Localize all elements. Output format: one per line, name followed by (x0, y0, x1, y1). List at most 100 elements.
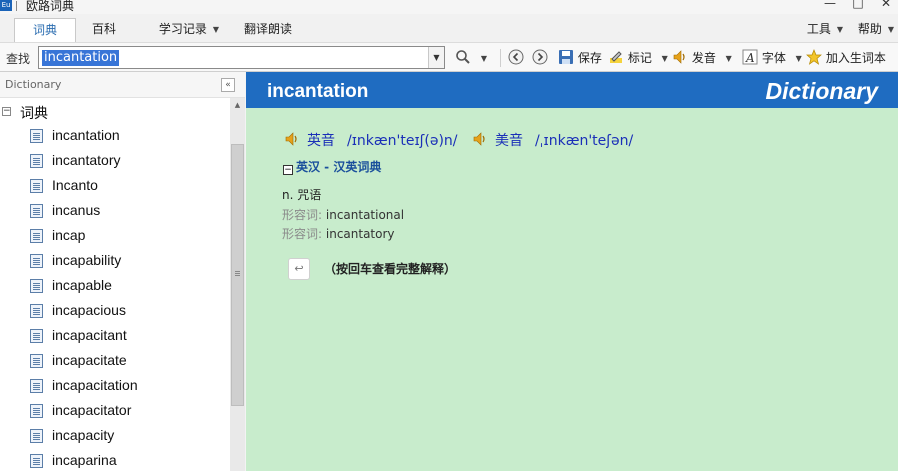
magnifier-icon (456, 50, 470, 64)
pronounce-label: 发音 (691, 51, 716, 65)
tab-study-record[interactable]: 学习记录 ▼ (150, 18, 228, 42)
list-item-label: incantatory (52, 152, 121, 168)
document-icon (30, 279, 43, 293)
list-item-label: incantation (52, 127, 120, 143)
dictionary-brand-title: Dictionary (765, 78, 878, 104)
document-icon (30, 404, 43, 418)
menu-label: 帮助 (857, 22, 882, 36)
toolbar-separator (500, 49, 501, 67)
chevron-down-icon: ▼ (836, 25, 844, 34)
pronounce-button[interactable]: 发音 ▼ (672, 48, 732, 68)
tab-label: 学习记录 (158, 22, 207, 36)
list-item-label: incapacitate (52, 352, 127, 368)
back-button[interactable] (508, 48, 524, 68)
list-item-label: Incanto (52, 177, 98, 193)
star-icon (806, 49, 822, 65)
list-item-label: incapacitant (52, 327, 127, 343)
list-item-label: incapable (52, 277, 112, 293)
us-phonetic: /ˌɪnkæn'teʃən/ (534, 133, 634, 149)
document-icon (30, 254, 43, 268)
list-item-label: incapability (52, 252, 122, 268)
section-title: 英汉 - 汉英词典 (296, 160, 382, 174)
document-icon (30, 429, 43, 443)
list-item-label: incapacitator (52, 402, 132, 418)
chevron-down-icon: ▼ (725, 54, 732, 63)
scroll-thumb[interactable] (231, 144, 244, 406)
title-separator (16, 1, 17, 11)
tab-label: 百科 (91, 22, 116, 36)
grip-icon (235, 271, 240, 272)
tree-toggle[interactable]: − (2, 107, 11, 116)
list-item-label: incanus (52, 202, 101, 218)
dictionary-section-header[interactable]: − 英汉 - 汉英词典 (283, 158, 381, 175)
font-button[interactable]: A 字体 ▼ (742, 48, 802, 68)
tab-label: 翻译朗读 (243, 22, 292, 36)
save-label: 保存 (577, 51, 602, 65)
document-icon (30, 229, 43, 243)
derivative-label: 形容词: (282, 227, 323, 241)
menu-bar: 词典 百科 学习记录 ▼ 翻译朗读 工具 ▼ 帮助 ▼ (0, 14, 898, 42)
entry-word-title: incantation (267, 81, 369, 102)
forward-button[interactable] (532, 48, 548, 68)
tab-dictionary[interactable]: 词典 (14, 18, 76, 42)
speaker-icon (673, 50, 685, 64)
app-logo-icon: Eu (0, 0, 12, 11)
definition-line: n. 咒语 (282, 186, 321, 203)
save-button[interactable]: 保存 (558, 48, 602, 68)
search-selection: incantation (42, 50, 120, 66)
svg-text:A: A (745, 51, 755, 65)
tree-root-label: 词典 (20, 106, 48, 122)
scroll-up-icon[interactable]: ▲ (230, 98, 245, 113)
menu-help[interactable]: 帮助 ▼ (854, 18, 898, 42)
derivative-label: 形容词: (282, 208, 323, 222)
font-icon: A (742, 49, 758, 65)
tab-encyclopedia[interactable]: 百科 (80, 18, 128, 42)
floppy-disk-icon (559, 50, 573, 64)
document-icon (30, 204, 43, 218)
sidebar-scrollbar[interactable]: ▲ (230, 98, 245, 471)
list-item-label: incaparina (52, 452, 117, 468)
search-history-dropdown[interactable]: ▼ (428, 47, 444, 68)
document-icon (30, 454, 43, 468)
menu-label: 工具 (806, 22, 831, 36)
enter-key-icon[interactable]: ↩ (288, 258, 310, 280)
document-icon (30, 179, 43, 193)
section-toggle[interactable]: − (283, 165, 293, 175)
list-item-label: incapacitation (52, 377, 138, 393)
chevron-down-icon: ▼ (887, 25, 895, 34)
sidebar-title: Dictionary (5, 78, 62, 91)
arrow-left-icon (508, 49, 524, 65)
minimize-button[interactable]: — (821, 0, 839, 10)
tab-translate-read[interactable]: 翻译朗读 (240, 18, 296, 42)
search-button[interactable]: ▼ (455, 48, 487, 68)
document-icon (30, 379, 43, 393)
menu-tools[interactable]: 工具 ▼ (802, 18, 848, 42)
search-box[interactable]: incantation ▼ (38, 46, 445, 69)
add-wordbook-button[interactable]: 加入生词本 (806, 48, 886, 68)
mark-button[interactable]: 标记 ▼ (608, 48, 668, 68)
chevron-down-icon: ▼ (661, 54, 668, 63)
uk-phonetic: /ɪnkæn'teɪʃ(ə)n/ (347, 133, 458, 149)
enter-hint-text: （按回车查看完整解释） (324, 262, 457, 276)
derivative-line: 形容词: incantational (282, 206, 404, 223)
uk-speaker-icon[interactable] (284, 131, 300, 147)
part-of-speech: n. (282, 188, 294, 202)
add-wordbook-label: 加入生词本 (825, 51, 886, 65)
mark-label: 标记 (627, 51, 652, 65)
sidebar: Dictionary « − 词典 incantation incantator… (0, 72, 245, 471)
us-speaker-icon[interactable] (472, 131, 488, 147)
maximize-button[interactable]: □ (849, 0, 867, 10)
collapse-sidebar-button[interactable]: « (221, 78, 235, 92)
document-icon (30, 304, 43, 318)
derivative-value: incantatory (325, 227, 395, 241)
close-button[interactable]: ✕ (877, 0, 895, 10)
list-item-label: incapacity (52, 427, 115, 443)
pronunciation-row: 英音/ɪnkæn'teɪʃ(ə)n/ 美音/ˌɪnkæn'teʃən/ (284, 130, 643, 150)
document-icon (30, 329, 43, 343)
document-icon (30, 129, 43, 143)
highlighter-icon (610, 51, 622, 63)
document-icon (30, 154, 43, 168)
entry-header: incantation Dictionary (246, 72, 898, 108)
chevron-down-icon: ▼ (795, 54, 802, 63)
chevron-down-icon: ▼ (212, 25, 220, 34)
